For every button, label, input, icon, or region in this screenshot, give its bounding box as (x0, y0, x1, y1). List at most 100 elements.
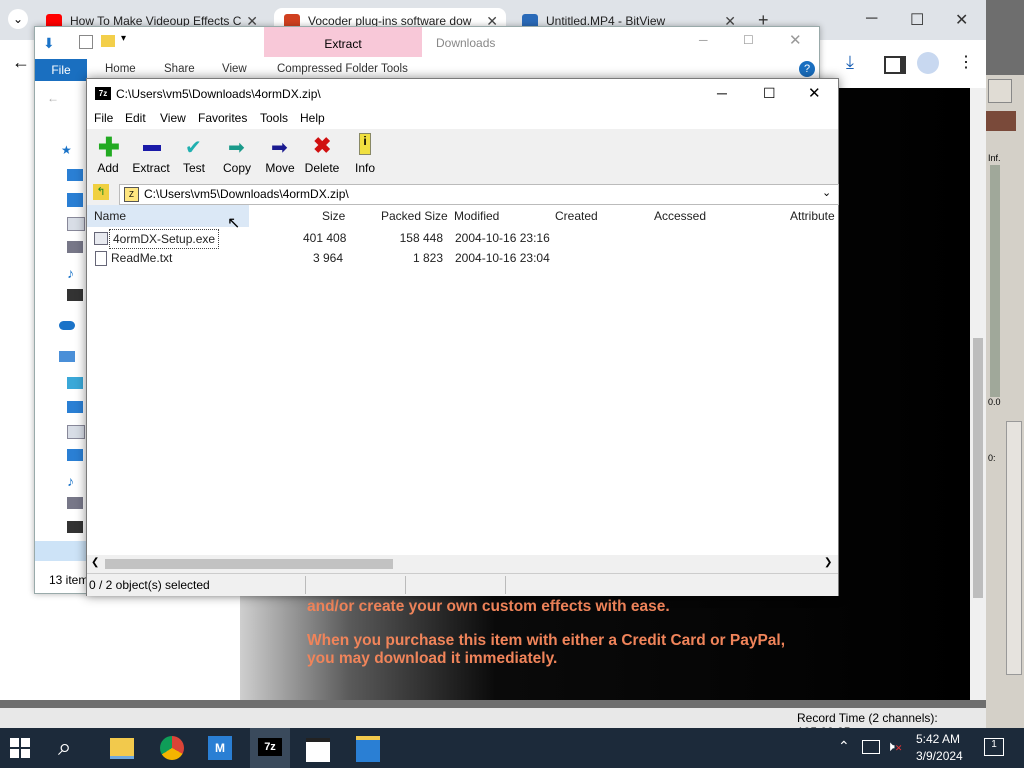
extract-button[interactable]: Extract (129, 133, 173, 179)
pictures-icon[interactable] (67, 241, 83, 253)
desktop-icon[interactable] (67, 169, 83, 181)
start-windows-icon[interactable] (10, 738, 30, 758)
zip-folder-icon: Z (124, 187, 139, 202)
menu-tools[interactable]: Tools (260, 111, 288, 125)
search-icon[interactable]: ⌕ (58, 734, 90, 766)
7zip-icon[interactable]: 7z (250, 728, 290, 768)
file-name: ReadMe.txt (111, 251, 173, 265)
minimize-icon[interactable]: ─ (699, 33, 708, 47)
column-header-modified[interactable]: Modified (454, 205, 499, 227)
sidebar-icon[interactable] (884, 56, 906, 74)
column-header-size[interactable]: Size (322, 205, 345, 227)
menu-help[interactable]: Help (300, 111, 325, 125)
quick-access-icon[interactable]: ⬇ (43, 35, 55, 52)
vscode-icon[interactable]: M (208, 736, 232, 760)
menu-favorites[interactable]: Favorites (198, 111, 247, 125)
back-icon[interactable]: ← (47, 91, 59, 105)
scroll-left-icon[interactable]: ❮ (91, 557, 99, 568)
store-icon[interactable] (356, 736, 380, 762)
scrollbar-thumb[interactable] (973, 338, 983, 598)
move-button[interactable]: ➡ Move (258, 133, 302, 179)
music-icon[interactable]: ♪ (67, 265, 83, 281)
extract-context-tab[interactable]: Extract (264, 27, 422, 57)
column-header-accessed[interactable]: Accessed (654, 205, 706, 227)
download-icon[interactable]: ⤓ (846, 52, 854, 73)
maximize-icon[interactable]: ☐ (910, 10, 924, 30)
menu-edit[interactable]: Edit (125, 111, 146, 125)
selected-nav-item[interactable] (35, 541, 87, 561)
info-label: Info (354, 161, 375, 175)
clock-time[interactable]: 5:42 AM (916, 732, 960, 746)
add-button[interactable]: ✚ Add (86, 133, 130, 179)
clapper-icon[interactable] (306, 738, 330, 762)
music-icon[interactable]: ♪ (67, 473, 83, 489)
pictures-icon[interactable] (67, 497, 83, 509)
videos-icon[interactable] (67, 521, 83, 533)
this-pc-icon[interactable] (59, 351, 75, 362)
column-header-packed-size[interactable]: Packed Size (381, 205, 448, 227)
explorer-title: Downloads (436, 36, 496, 50)
up-folder-icon[interactable]: ↰ (93, 184, 109, 200)
menu-icon[interactable]: ⋮ (958, 52, 974, 72)
copy-button[interactable]: ➡ Copy (215, 133, 259, 179)
column-header-attributes[interactable]: Attribute (790, 205, 835, 227)
home-tab[interactable]: Home (105, 63, 136, 75)
delete-button[interactable]: ✖ Delete (300, 133, 344, 179)
clock-date[interactable]: 3/9/2024 (916, 749, 963, 763)
view-tab[interactable]: View (222, 63, 247, 75)
back-icon[interactable]: ← (12, 52, 30, 73)
column-header-created[interactable]: Created (555, 205, 598, 227)
editor-scrollbar[interactable] (1006, 421, 1022, 675)
menu-view[interactable]: View (160, 111, 186, 125)
table-row[interactable]: ReadMe.txt 3 964 1 823 2004-10-16 23:04 (87, 249, 838, 267)
info-button[interactable]: i Info (343, 133, 387, 179)
onedrive-icon[interactable] (59, 321, 75, 330)
horizontal-scrollbar[interactable]: ❮ ❯ (87, 555, 838, 573)
documents-icon[interactable] (67, 425, 85, 439)
scroll-right-icon[interactable]: ❯ (824, 557, 832, 568)
notifications-icon[interactable]: 1 (984, 738, 1004, 756)
tab-search-button[interactable]: ⌄ (8, 9, 28, 29)
show-hidden-icons[interactable]: ⌃ (838, 738, 850, 755)
menu-file[interactable]: File (94, 111, 113, 125)
desktop-icon[interactable] (67, 401, 83, 413)
quick-access-star-icon[interactable]: ★ (61, 143, 72, 157)
documents-icon[interactable] (67, 217, 85, 231)
minimize-icon[interactable]: ─ (717, 85, 727, 101)
selection-status: 0 / 2 object(s) selected (89, 578, 210, 592)
close-icon[interactable]: ✕ (789, 31, 802, 49)
table-row[interactable]: 4ormDX-Setup.exe 401 408 158 448 2004-10… (87, 229, 838, 249)
file-tab[interactable]: File (35, 59, 87, 81)
compressed-folder-tools-tab[interactable]: Compressed Folder Tools (277, 63, 408, 75)
page-scrollbar[interactable] (970, 88, 986, 700)
help-icon[interactable]: ? (799, 61, 815, 77)
test-button[interactable]: ✔ Test (172, 133, 216, 179)
column-header-name[interactable]: Name (87, 205, 249, 227)
file-explorer-icon[interactable] (110, 738, 134, 759)
file-size: 401 408 (303, 231, 347, 245)
address-bar[interactable]: Z C:\Users\vm5\Downloads\4ormDX.zip\ ⌄ (119, 184, 839, 205)
volume-muted-icon[interactable]: 🕨✕ (886, 738, 902, 755)
profile-avatar[interactable] (917, 52, 939, 74)
downloads-icon[interactable] (67, 449, 83, 461)
audio-editor-panel: Inf. 0.0 0: (986, 75, 1024, 728)
close-icon[interactable]: ✕ (955, 10, 968, 30)
editor-button[interactable] (988, 79, 1012, 103)
status-divider (405, 576, 406, 594)
chevron-down-icon[interactable]: ⌄ (822, 186, 831, 199)
close-icon[interactable]: ✕ (808, 84, 821, 102)
address-text: C:\Users\vm5\Downloads\4ormDX.zip\ (144, 187, 349, 201)
customize-dropdown-icon[interactable]: ▾ (121, 33, 126, 44)
videos-icon[interactable] (67, 289, 83, 301)
chrome-icon[interactable] (160, 736, 184, 760)
properties-icon[interactable] (79, 35, 93, 49)
maximize-icon[interactable]: ☐ (763, 85, 776, 102)
maximize-icon[interactable]: ☐ (743, 33, 754, 47)
share-tab[interactable]: Share (164, 63, 195, 75)
3d-objects-icon[interactable] (67, 377, 83, 389)
folder-icon[interactable] (101, 35, 115, 47)
scrollbar-thumb[interactable] (105, 559, 393, 569)
minimize-icon[interactable]: ─ (866, 10, 877, 28)
network-icon[interactable] (862, 740, 880, 754)
downloads-icon[interactable] (67, 193, 83, 207)
